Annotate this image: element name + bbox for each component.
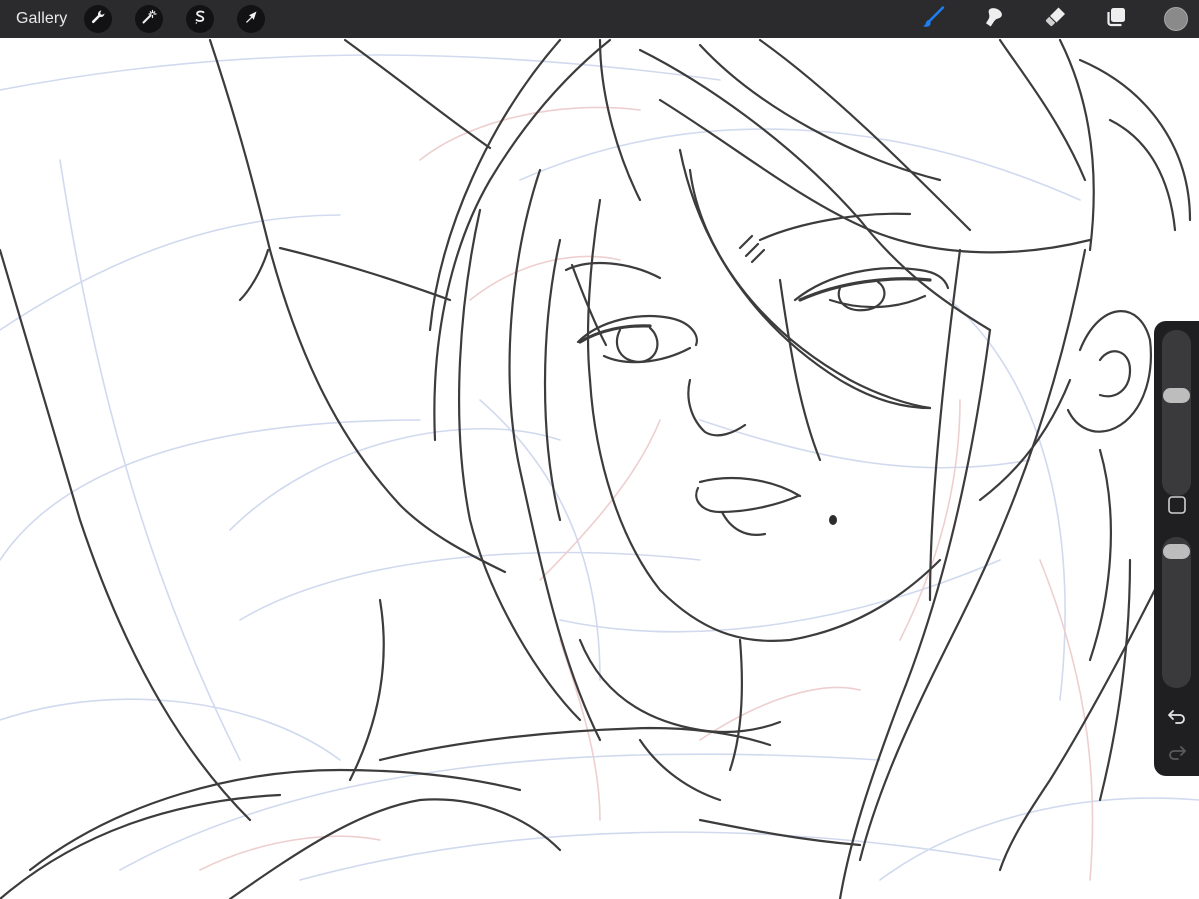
eraser-tool-button[interactable] [1041,5,1069,33]
selection-button[interactable] [186,5,214,33]
magic-wand-icon [141,9,157,30]
smudge-icon [982,5,1006,34]
top-toolbar: Gallery [0,0,1199,38]
wrench-icon [90,9,106,30]
drawing-canvas[interactable] [0,38,1199,899]
smudge-tool-button[interactable] [980,5,1008,33]
modify-button[interactable] [1166,495,1188,520]
gallery-button[interactable]: Gallery [16,9,67,29]
adjustments-button[interactable] [135,5,163,33]
eraser-icon [1043,5,1067,34]
sketch-artwork [0,38,1199,899]
layers-tool-button[interactable] [1102,5,1130,33]
opacity-handle[interactable] [1163,544,1190,560]
redo-arrow-icon [1166,741,1188,768]
arrow-cursor-icon [243,9,259,30]
brush-icon [921,5,945,34]
undo-button[interactable] [1165,706,1189,730]
brush-size-slider[interactable] [1162,330,1191,496]
layers-icon [1104,5,1128,34]
procreate-app: Gallery [0,0,1199,899]
color-picker-button[interactable] [1164,7,1188,31]
selection-s-icon [192,9,208,30]
opacity-slider[interactable] [1162,537,1191,688]
redo-button[interactable] [1165,742,1189,766]
transform-button[interactable] [237,5,265,33]
undo-arrow-icon [1166,705,1188,732]
brush-size-handle[interactable] [1163,387,1190,403]
brush-tool-button[interactable] [919,5,947,33]
side-control-bar [1154,321,1199,776]
actions-button[interactable] [84,5,112,33]
square-icon [1167,495,1187,520]
